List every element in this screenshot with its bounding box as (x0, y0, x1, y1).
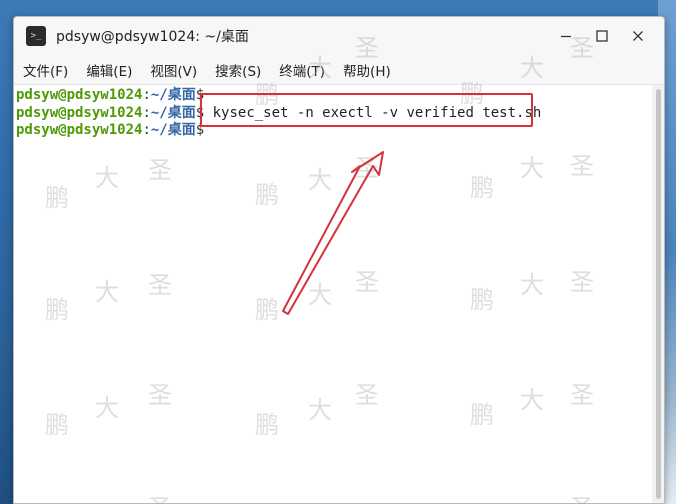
terminal-app-icon: >_ (26, 26, 46, 46)
terminal-output[interactable]: pdsyw@pdsyw1024:~/桌面$ pdsyw@pdsyw1024:~/… (14, 85, 654, 503)
maximize-icon (596, 30, 608, 42)
close-icon (633, 31, 643, 41)
terminal-window: >_ pdsyw@pdsyw1024: ~/桌面 文件(F) 编辑(E) 视图(… (13, 16, 665, 504)
menu-search[interactable]: 搜索(S) (206, 60, 270, 80)
menu-help[interactable]: 帮助(H) (334, 60, 400, 80)
window-title: pdsyw@pdsyw1024: ~/桌面 (56, 29, 249, 45)
close-button[interactable] (620, 21, 656, 51)
prompt-colon: : (142, 104, 151, 121)
prompt-path: ~/桌面 (150, 104, 196, 121)
maximize-button[interactable] (584, 21, 620, 51)
minimize-icon (561, 35, 571, 38)
prompt-user: pdsyw@pdsyw1024 (16, 87, 143, 103)
window-controls (548, 17, 656, 55)
prompt-path: ~/桌面 (150, 122, 196, 138)
prompt-user: pdsyw@pdsyw1024 (16, 122, 143, 138)
prompt-path: ~/桌面 (150, 87, 196, 103)
command-highlight-box (200, 93, 533, 127)
prompt-user: pdsyw@pdsyw1024 (16, 104, 143, 121)
scrollbar-thumb[interactable] (656, 89, 661, 499)
prompt-colon: : (142, 87, 151, 103)
menu-terminal[interactable]: 终端(T) (270, 60, 334, 80)
menu-file[interactable]: 文件(F) (14, 60, 77, 80)
terminal-scrollbar[interactable] (652, 85, 664, 503)
menu-view[interactable]: 视图(V) (141, 60, 206, 80)
menu-edit[interactable]: 编辑(E) (77, 60, 141, 80)
minimize-button[interactable] (548, 21, 584, 51)
menu-bar: 文件(F) 编辑(E) 视图(V) 搜索(S) 终端(T) 帮助(H) (14, 55, 664, 85)
title-bar[interactable]: >_ pdsyw@pdsyw1024: ~/桌面 (14, 17, 664, 55)
prompt-colon: : (142, 122, 151, 138)
